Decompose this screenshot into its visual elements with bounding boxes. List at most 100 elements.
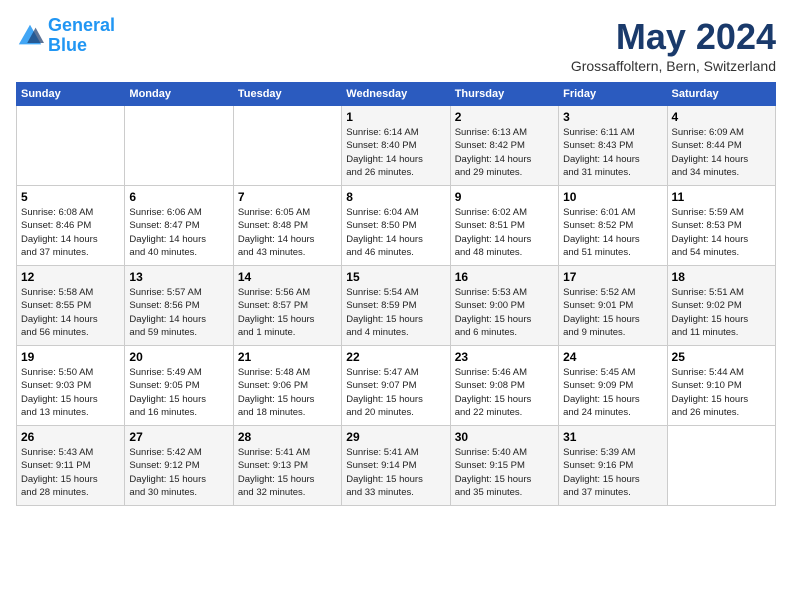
day-info: Sunrise: 5:59 AM Sunset: 8:53 PM Dayligh… [672,206,771,259]
day-info: Sunrise: 6:11 AM Sunset: 8:43 PM Dayligh… [563,126,662,179]
calendar-cell: 8Sunrise: 6:04 AM Sunset: 8:50 PM Daylig… [342,186,450,266]
day-info: Sunrise: 5:39 AM Sunset: 9:16 PM Dayligh… [563,446,662,499]
day-info: Sunrise: 5:56 AM Sunset: 8:57 PM Dayligh… [238,286,337,339]
calendar-cell: 20 Sunrise: 5:49 AM Sunset: 9:05 PM Dayli… [125,346,233,426]
calendar-cell: 13 Sunrise: 5:57 AM Sunset: 8:56 PM Dayli… [125,266,233,346]
calendar-cell: 30Sunrise: 5:40 AM Sunset: 9:15 PM Dayli… [450,426,558,506]
day-info: Sunrise: 5:48 AM Sunset: 9:06 PM Dayligh… [238,366,337,419]
day-info: Sunrise: 5:44 AM Sunset: 9:10 PM Dayligh… [672,366,771,419]
day-header-wednesday: Wednesday [342,83,450,106]
day-number: 10 [563,190,662,204]
calendar-week-2: 5 Sunrise: 6:08 AM Sunset: 8:46 PM Daylig… [17,186,776,266]
day-info: Sunrise: 6:04 AM Sunset: 8:50 PM Dayligh… [346,206,445,259]
calendar-cell: 26 Sunrise: 5:43 AM Sunset: 9:11 PM Dayli… [17,426,125,506]
day-number: 29 [346,430,445,444]
day-number: 9 [455,190,554,204]
calendar-cell: 23 Sunrise: 5:46 AM Sunset: 9:08 PM Dayli… [450,346,558,426]
calendar-cell: 15Sunrise: 5:54 AM Sunset: 8:59 PM Dayli… [342,266,450,346]
day-number: 22 [346,350,445,364]
day-number: 11 [672,190,771,204]
calendar-cell: 24 Sunrise: 5:45 AM Sunset: 9:09 PM Dayli… [559,346,667,426]
day-header-tuesday: Tuesday [233,83,341,106]
calendar-cell: 16Sunrise: 5:53 AM Sunset: 9:00 PM Dayli… [450,266,558,346]
day-info: Sunrise: 5:57 AM Sunset: 8:56 PM Dayligh… [129,286,228,339]
day-number: 14 [238,270,337,284]
calendar-cell: 31 Sunrise: 5:39 AM Sunset: 9:16 PM Dayli… [559,426,667,506]
calendar-cell: 22Sunrise: 5:47 AM Sunset: 9:07 PM Dayli… [342,346,450,426]
day-info: Sunrise: 5:41 AM Sunset: 9:14 PM Dayligh… [346,446,445,499]
day-info: Sunrise: 5:45 AM Sunset: 9:09 PM Dayligh… [563,366,662,419]
calendar-cell: 19Sunrise: 5:50 AM Sunset: 9:03 PM Dayli… [17,346,125,426]
day-number: 19 [21,350,120,364]
day-info: Sunrise: 5:41 AM Sunset: 9:13 PM Dayligh… [238,446,337,499]
title-block: May 2024 Grossaffoltern, Bern, Switzerla… [571,16,776,74]
day-info: Sunrise: 5:46 AM Sunset: 9:08 PM Dayligh… [455,366,554,419]
day-number: 17 [563,270,662,284]
header: General Blue May 2024 Grossaffoltern, Be… [16,16,776,74]
calendar-cell: 4 Sunrise: 6:09 AM Sunset: 8:44 PM Daylig… [667,106,775,186]
calendar-cell: 27Sunrise: 5:42 AM Sunset: 9:12 PM Dayli… [125,426,233,506]
day-info: Sunrise: 6:13 AM Sunset: 8:42 PM Dayligh… [455,126,554,179]
calendar-cell: 3 Sunrise: 6:11 AM Sunset: 8:43 PM Daylig… [559,106,667,186]
day-info: Sunrise: 5:43 AM Sunset: 9:11 PM Dayligh… [21,446,120,499]
day-number: 23 [455,350,554,364]
day-info: Sunrise: 6:08 AM Sunset: 8:46 PM Dayligh… [21,206,120,259]
calendar-cell: 6Sunrise: 6:06 AM Sunset: 8:47 PM Daylig… [125,186,233,266]
calendar-cell: 25 Sunrise: 5:44 AM Sunset: 9:10 PM Dayli… [667,346,775,426]
day-info: Sunrise: 5:53 AM Sunset: 9:00 PM Dayligh… [455,286,554,339]
logo-icon [16,22,44,50]
day-info: Sunrise: 5:49 AM Sunset: 9:05 PM Dayligh… [129,366,228,419]
calendar-week-5: 26 Sunrise: 5:43 AM Sunset: 9:11 PM Dayli… [17,426,776,506]
day-number: 6 [129,190,228,204]
day-number: 18 [672,270,771,284]
logo-blue: Blue [48,35,87,55]
calendar-cell: 9 Sunrise: 6:02 AM Sunset: 8:51 PM Daylig… [450,186,558,266]
day-number: 30 [455,430,554,444]
day-number: 25 [672,350,771,364]
day-header-sunday: Sunday [17,83,125,106]
calendar-week-1: 1 Sunrise: 6:14 AM Sunset: 8:40 PM Daylig… [17,106,776,186]
day-header-thursday: Thursday [450,83,558,106]
day-number: 15 [346,270,445,284]
day-number: 5 [21,190,120,204]
calendar-week-3: 12 Sunrise: 5:58 AM Sunset: 8:55 PM Dayli… [17,266,776,346]
calendar-cell: 7Sunrise: 6:05 AM Sunset: 8:48 PM Daylig… [233,186,341,266]
calendar-cell: 2 Sunrise: 6:13 AM Sunset: 8:42 PM Daylig… [450,106,558,186]
day-header-friday: Friday [559,83,667,106]
day-number: 31 [563,430,662,444]
day-number: 26 [21,430,120,444]
day-number: 13 [129,270,228,284]
calendar-cell: 5 Sunrise: 6:08 AM Sunset: 8:46 PM Daylig… [17,186,125,266]
calendar-week-4: 19Sunrise: 5:50 AM Sunset: 9:03 PM Dayli… [17,346,776,426]
day-info: Sunrise: 5:42 AM Sunset: 9:12 PM Dayligh… [129,446,228,499]
calendar-cell: 21 Sunrise: 5:48 AM Sunset: 9:06 PM Dayli… [233,346,341,426]
calendar-cell: 17 Sunrise: 5:52 AM Sunset: 9:01 PM Dayli… [559,266,667,346]
day-info: Sunrise: 5:58 AM Sunset: 8:55 PM Dayligh… [21,286,120,339]
day-number: 20 [129,350,228,364]
day-number: 24 [563,350,662,364]
day-number: 1 [346,110,445,124]
calendar-cell [233,106,341,186]
calendar-cell: 1 Sunrise: 6:14 AM Sunset: 8:40 PM Daylig… [342,106,450,186]
calendar-cell: 10 Sunrise: 6:01 AM Sunset: 8:52 PM Dayli… [559,186,667,266]
day-info: Sunrise: 6:01 AM Sunset: 8:52 PM Dayligh… [563,206,662,259]
calendar-cell [667,426,775,506]
logo: General Blue [16,16,115,56]
calendar-cell: 28 Sunrise: 5:41 AM Sunset: 9:13 PM Dayli… [233,426,341,506]
day-info: Sunrise: 6:09 AM Sunset: 8:44 PM Dayligh… [672,126,771,179]
day-number: 3 [563,110,662,124]
calendar-cell: 29 Sunrise: 5:41 AM Sunset: 9:14 PM Dayli… [342,426,450,506]
month-title: May 2024 [571,16,776,58]
day-number: 4 [672,110,771,124]
day-info: Sunrise: 6:02 AM Sunset: 8:51 PM Dayligh… [455,206,554,259]
day-number: 2 [455,110,554,124]
day-header-monday: Monday [125,83,233,106]
subtitle: Grossaffoltern, Bern, Switzerland [571,58,776,74]
day-info: Sunrise: 5:51 AM Sunset: 9:02 PM Dayligh… [672,286,771,339]
day-number: 21 [238,350,337,364]
calendar-cell: 12 Sunrise: 5:58 AM Sunset: 8:55 PM Dayli… [17,266,125,346]
day-info: Sunrise: 6:14 AM Sunset: 8:40 PM Dayligh… [346,126,445,179]
day-number: 28 [238,430,337,444]
day-number: 12 [21,270,120,284]
day-info: Sunrise: 5:52 AM Sunset: 9:01 PM Dayligh… [563,286,662,339]
